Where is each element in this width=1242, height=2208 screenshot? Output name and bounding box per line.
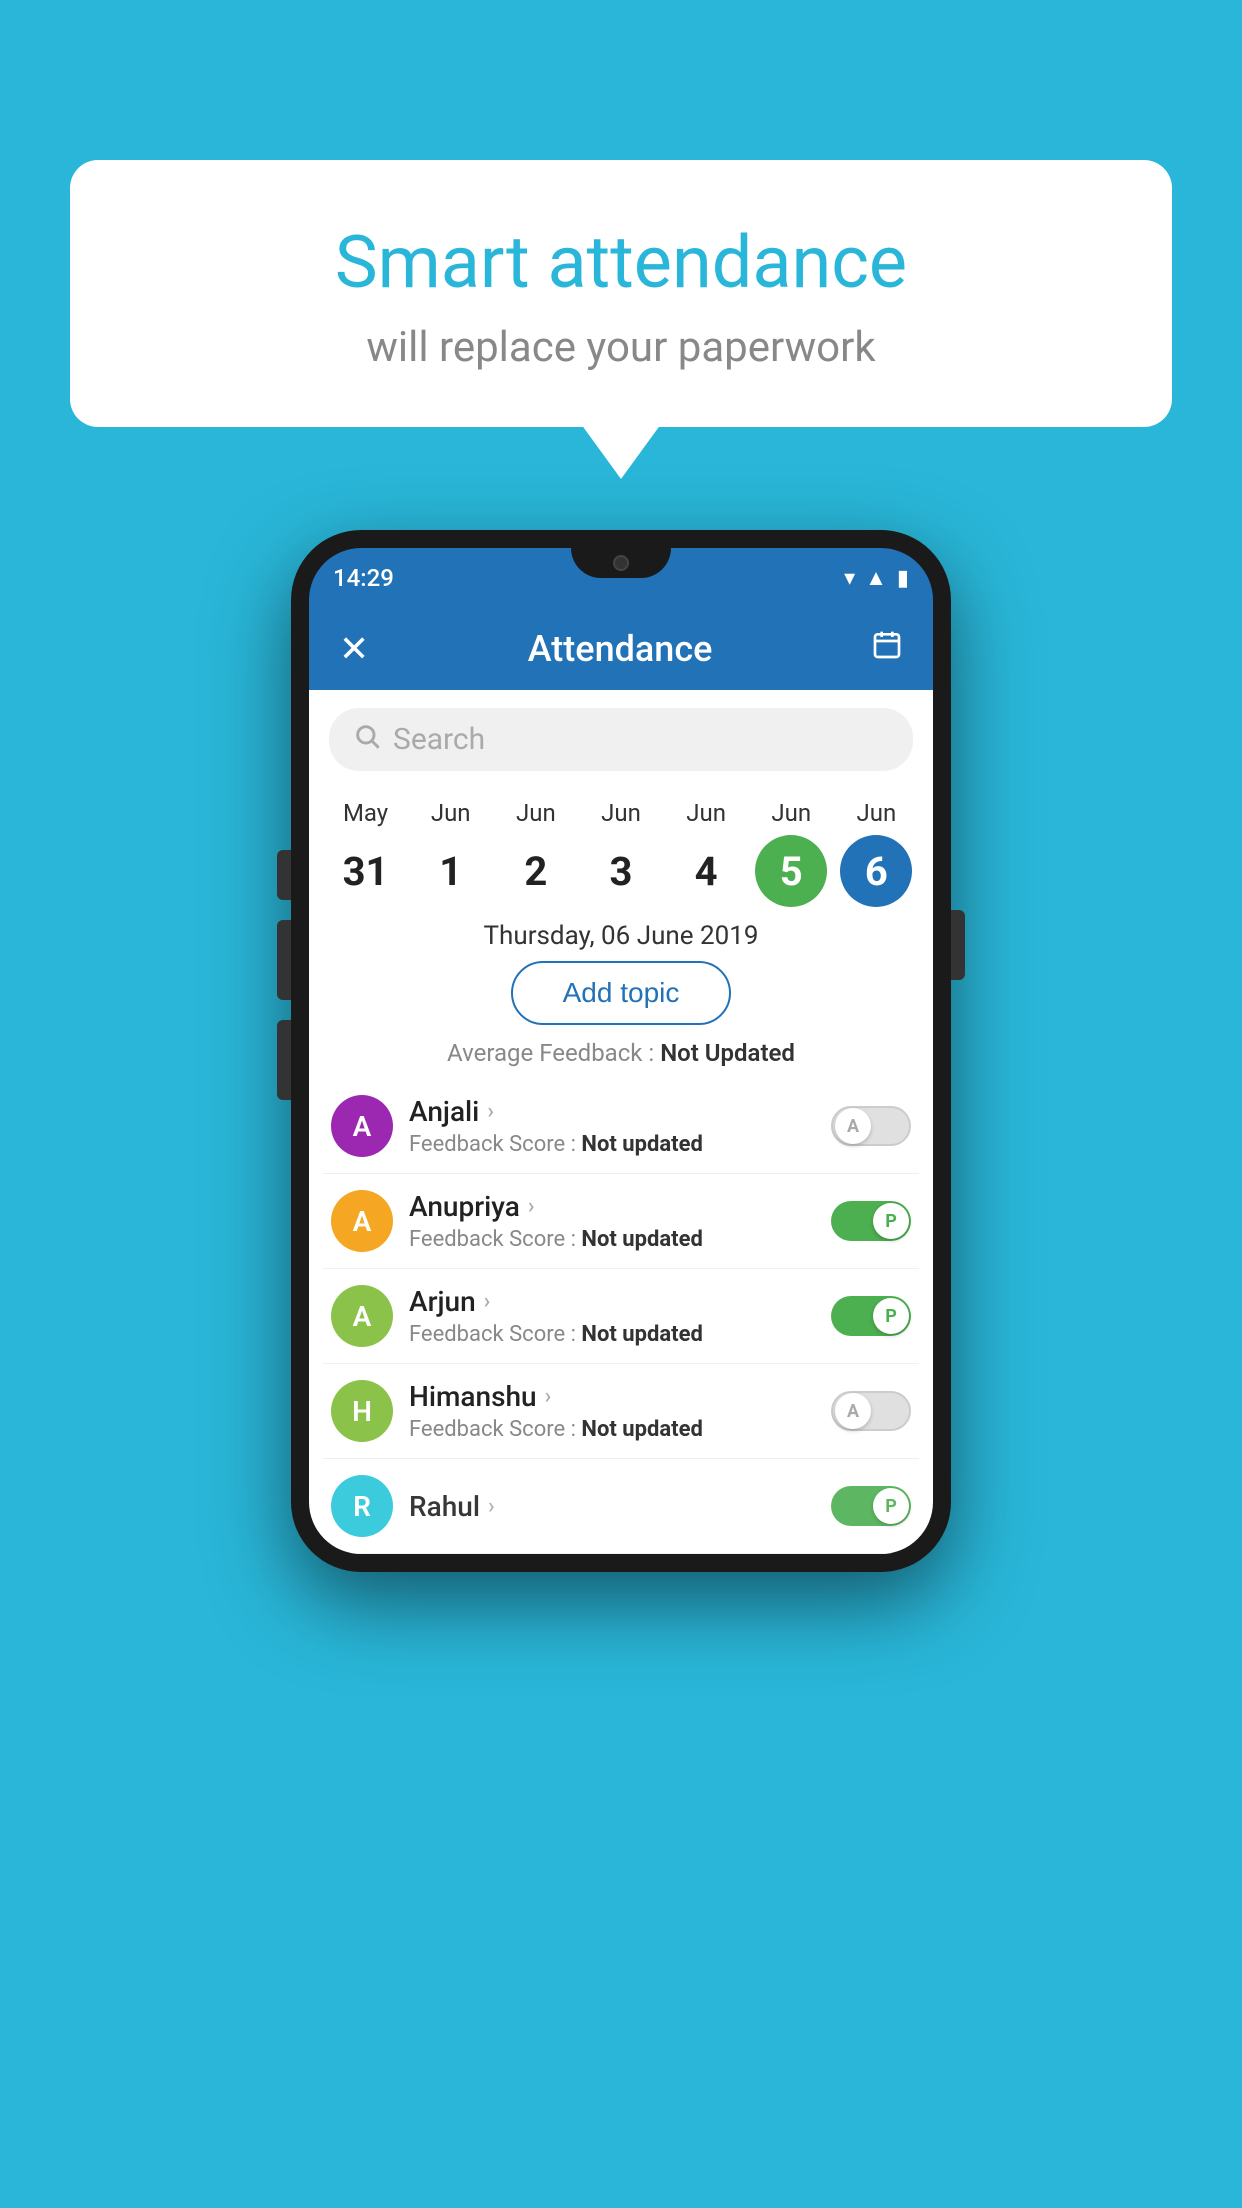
date-item-jun3[interactable]: Jun 3 xyxy=(581,799,661,907)
date-item-jun6[interactable]: Jun 6 xyxy=(836,799,916,907)
date-month: Jun xyxy=(857,799,897,827)
calendar-icon[interactable] xyxy=(871,629,903,669)
chevron-right-icon: › xyxy=(545,1384,552,1409)
date-month: Jun xyxy=(431,799,471,827)
student-name: Anjali › xyxy=(409,1095,815,1128)
student-row[interactable]: A Anjali › Feedback Score : Not updated xyxy=(323,1079,919,1174)
toggle-track[interactable]: A xyxy=(831,1391,911,1431)
vol-up-button xyxy=(277,850,291,900)
chevron-right-icon: › xyxy=(488,1494,495,1519)
toggle-track[interactable]: A xyxy=(831,1106,911,1146)
speech-subtitle: will replace your paperwork xyxy=(130,323,1112,372)
avg-feedback-label: Average Feedback : xyxy=(447,1039,654,1067)
student-feedback: Feedback Score : Not updated xyxy=(409,1322,815,1347)
date-month: Jun xyxy=(686,799,726,827)
date-month: May xyxy=(343,799,388,827)
app-header: ✕ Attendance xyxy=(309,608,933,690)
student-feedback: Feedback Score : Not updated xyxy=(409,1227,815,1252)
status-bar: 14:29 ▾ ▲ ▮ xyxy=(309,548,933,608)
student-row[interactable]: H Himanshu › Feedback Score : Not update… xyxy=(323,1364,919,1459)
avg-feedback-value: Not Updated xyxy=(660,1039,795,1067)
student-name: Rahul › xyxy=(409,1490,815,1523)
app-title: Attendance xyxy=(528,628,713,670)
selected-date: Thursday, 06 June 2019 xyxy=(309,907,933,961)
student-info: Anupriya › Feedback Score : Not updated xyxy=(409,1190,815,1252)
search-bar[interactable]: Search xyxy=(329,708,913,771)
date-item-jun4[interactable]: Jun 4 xyxy=(666,799,746,907)
avatar: A xyxy=(331,1285,393,1347)
date-item-may31[interactable]: May 31 xyxy=(326,799,406,907)
date-number: 1 xyxy=(415,835,487,907)
speech-bubble: Smart attendance will replace your paper… xyxy=(70,160,1172,427)
add-topic-button[interactable]: Add topic xyxy=(511,961,732,1025)
speech-bubble-container: Smart attendance will replace your paper… xyxy=(70,160,1172,427)
attendance-toggle[interactable]: A xyxy=(831,1391,911,1431)
chevron-right-icon: › xyxy=(487,1099,494,1124)
status-icons: ▾ ▲ ▮ xyxy=(844,565,909,591)
date-month: Jun xyxy=(771,799,811,827)
status-time: 14:29 xyxy=(333,564,394,592)
student-row[interactable]: A Anupriya › Feedback Score : Not update… xyxy=(323,1174,919,1269)
date-number: 2 xyxy=(500,835,572,907)
toggle-thumb: A xyxy=(835,1108,871,1144)
date-number: 6 xyxy=(840,835,912,907)
date-number: 4 xyxy=(670,835,742,907)
student-row-partial[interactable]: R Rahul › P xyxy=(323,1459,919,1554)
toggle-thumb: P xyxy=(873,1203,909,1239)
signal-icon: ▲ xyxy=(865,565,887,591)
toggle-thumb: P xyxy=(873,1298,909,1334)
toggle-track[interactable]: P xyxy=(831,1296,911,1336)
avatar: H xyxy=(331,1380,393,1442)
chevron-right-icon: › xyxy=(484,1289,491,1314)
front-camera xyxy=(613,555,629,571)
avatar: A xyxy=(331,1095,393,1157)
close-button[interactable]: ✕ xyxy=(339,628,369,670)
student-name: Himanshu › xyxy=(409,1380,815,1413)
screen-content: Search May 31 Jun 1 Jun 2 xyxy=(309,690,933,1554)
student-info: Himanshu › Feedback Score : Not updated xyxy=(409,1380,815,1442)
avatar: R xyxy=(331,1475,393,1537)
battery-icon: ▮ xyxy=(897,566,909,591)
wifi-icon: ▾ xyxy=(844,566,855,591)
avatar: A xyxy=(331,1190,393,1252)
student-feedback: Feedback Score : Not updated xyxy=(409,1132,815,1157)
attendance-toggle[interactable]: P xyxy=(831,1486,911,1526)
student-name: Arjun › xyxy=(409,1285,815,1318)
phone-device: 14:29 ▾ ▲ ▮ ✕ Attendance xyxy=(291,530,951,1572)
student-name: Anupriya › xyxy=(409,1190,815,1223)
search-icon xyxy=(353,722,381,757)
camera-button xyxy=(277,1020,291,1100)
search-placeholder: Search xyxy=(393,722,485,757)
toggle-thumb: P xyxy=(873,1488,909,1524)
notch xyxy=(571,548,671,578)
attendance-toggle[interactable]: A xyxy=(831,1106,911,1146)
phone-wrapper: 14:29 ▾ ▲ ▮ ✕ Attendance xyxy=(291,530,951,1572)
date-number: 3 xyxy=(585,835,657,907)
toggle-track[interactable]: P xyxy=(831,1486,911,1526)
date-number: 31 xyxy=(330,835,402,907)
date-item-jun2[interactable]: Jun 2 xyxy=(496,799,576,907)
chevron-right-icon: › xyxy=(528,1194,535,1219)
power-button xyxy=(951,910,965,980)
date-number: 5 xyxy=(755,835,827,907)
student-info: Rahul › xyxy=(409,1490,815,1523)
toggle-thumb: A xyxy=(835,1393,871,1429)
toggle-track[interactable]: P xyxy=(831,1201,911,1241)
date-item-jun5[interactable]: Jun 5 xyxy=(751,799,831,907)
student-feedback: Feedback Score : Not updated xyxy=(409,1417,815,1442)
attendance-toggle[interactable]: P xyxy=(831,1296,911,1336)
date-month: Jun xyxy=(516,799,556,827)
vol-down-button xyxy=(277,920,291,1000)
date-month: Jun xyxy=(601,799,641,827)
date-item-jun1[interactable]: Jun 1 xyxy=(411,799,491,907)
student-info: Anjali › Feedback Score : Not updated xyxy=(409,1095,815,1157)
student-row[interactable]: A Arjun › Feedback Score : Not updated xyxy=(323,1269,919,1364)
speech-title: Smart attendance xyxy=(130,220,1112,305)
student-list: A Anjali › Feedback Score : Not updated xyxy=(309,1079,933,1554)
attendance-toggle[interactable]: P xyxy=(831,1201,911,1241)
date-strip: May 31 Jun 1 Jun 2 Jun 3 xyxy=(309,789,933,907)
average-feedback: Average Feedback : Not Updated xyxy=(309,1039,933,1067)
student-info: Arjun › Feedback Score : Not updated xyxy=(409,1285,815,1347)
